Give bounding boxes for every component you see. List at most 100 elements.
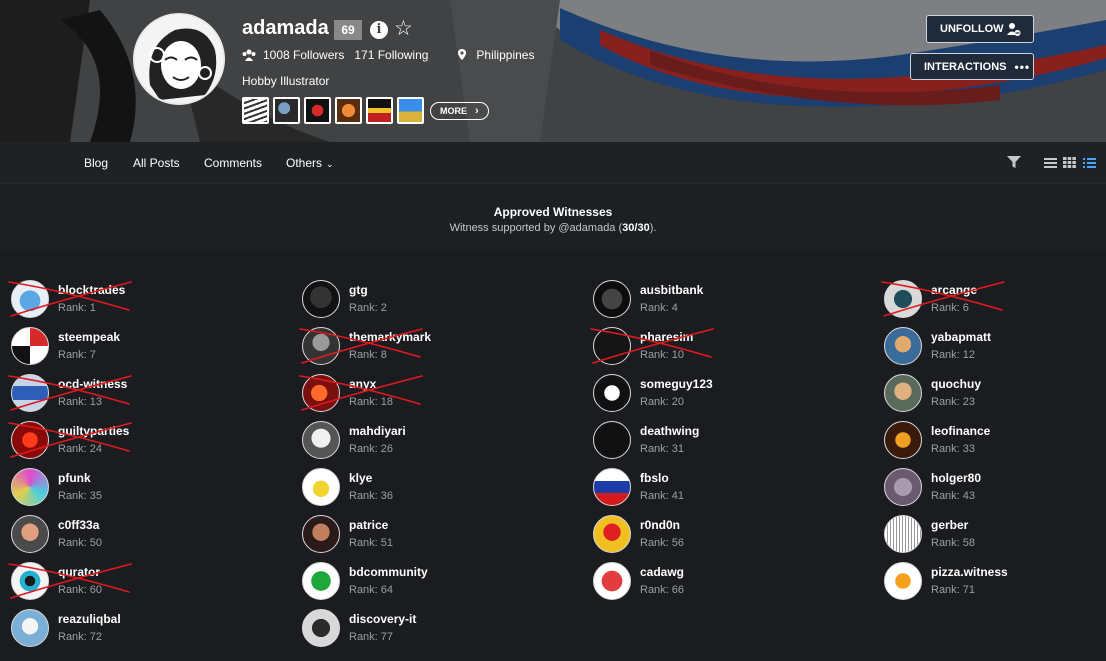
witness-avatar[interactable] <box>593 280 631 318</box>
tab-comments[interactable]: Comments <box>204 156 262 170</box>
witness-item[interactable]: r0nd0n Rank: 56 <box>593 515 853 559</box>
info-icon[interactable]: i <box>370 21 388 39</box>
witness-item[interactable]: yabapmatt Rank: 12 <box>884 327 1106 371</box>
witness-item[interactable]: gerber Rank: 58 <box>884 515 1106 559</box>
witness-avatar[interactable] <box>302 562 340 600</box>
witness-avatar[interactable] <box>302 280 340 318</box>
badge-icon[interactable] <box>335 97 362 124</box>
witness-item[interactable]: klye Rank: 36 <box>302 468 562 512</box>
witness-name[interactable]: reazuliqbal <box>58 612 121 626</box>
witness-item[interactable]: qurator Rank: 60 <box>11 562 271 606</box>
witness-name[interactable]: fbslo <box>640 471 669 485</box>
witness-avatar[interactable] <box>11 374 49 412</box>
witness-name[interactable]: ausbitbank <box>640 283 703 297</box>
profile-avatar[interactable] <box>133 13 225 105</box>
witness-item[interactable]: someguy123 Rank: 20 <box>593 374 853 418</box>
witness-item[interactable]: guiltyparties Rank: 24 <box>11 421 271 465</box>
witness-avatar[interactable] <box>884 468 922 506</box>
witness-item[interactable]: deathwing Rank: 31 <box>593 421 853 465</box>
unfollow-button[interactable]: UNFOLLOW <box>926 15 1034 43</box>
witness-avatar[interactable] <box>302 327 340 365</box>
witness-name[interactable]: quochuy <box>931 377 981 391</box>
witness-name[interactable]: bdcommunity <box>349 565 428 579</box>
star-icon[interactable]: ☆ <box>394 18 413 40</box>
grid-view-icon[interactable] <box>1063 157 1076 168</box>
witness-avatar[interactable] <box>11 468 49 506</box>
witness-name[interactable]: gerber <box>931 518 968 532</box>
witness-item[interactable]: cadawg Rank: 66 <box>593 562 853 606</box>
witness-name[interactable]: pfunk <box>58 471 91 485</box>
witness-name[interactable]: leofinance <box>931 424 990 438</box>
witness-item[interactable]: ausbitbank Rank: 4 <box>593 280 853 324</box>
witness-name[interactable]: arcange <box>931 283 977 297</box>
witness-name[interactable]: steempeak <box>58 330 120 344</box>
witness-avatar[interactable] <box>593 421 631 459</box>
witness-avatar[interactable] <box>593 327 631 365</box>
tab-blog[interactable]: Blog <box>84 156 108 170</box>
witness-avatar[interactable] <box>11 327 49 365</box>
witness-item[interactable]: blocktrades Rank: 1 <box>11 280 271 324</box>
witness-avatar[interactable] <box>884 562 922 600</box>
witness-item[interactable]: steempeak Rank: 7 <box>11 327 271 371</box>
witness-name[interactable]: pizza.witness <box>931 565 1008 579</box>
witness-avatar[interactable] <box>593 468 631 506</box>
witness-name[interactable]: qurator <box>58 565 100 579</box>
followers-count[interactable]: 1008 Followers <box>263 48 344 62</box>
witness-name[interactable]: cadawg <box>640 565 684 579</box>
witness-name[interactable]: anyx <box>349 377 376 391</box>
witness-item[interactable]: holger80 Rank: 43 <box>884 468 1106 512</box>
witness-avatar[interactable] <box>593 374 631 412</box>
witness-item[interactable]: ocd-witness Rank: 13 <box>11 374 271 418</box>
witness-item[interactable]: reazuliqbal Rank: 72 <box>11 609 271 653</box>
badge-icon[interactable] <box>242 97 269 124</box>
witness-avatar[interactable] <box>884 421 922 459</box>
witness-avatar[interactable] <box>302 609 340 647</box>
witness-item[interactable]: c0ff33a Rank: 50 <box>11 515 271 559</box>
witness-item[interactable]: fbslo Rank: 41 <box>593 468 853 512</box>
badge-icon[interactable] <box>397 97 424 124</box>
witness-avatar[interactable] <box>302 515 340 553</box>
witness-name[interactable]: holger80 <box>931 471 981 485</box>
list-view-icon[interactable] <box>1044 157 1057 168</box>
witness-name[interactable]: yabapmatt <box>931 330 991 344</box>
witness-avatar[interactable] <box>11 609 49 647</box>
witness-name[interactable]: discovery-it <box>349 612 416 626</box>
witness-name[interactable]: gtg <box>349 283 368 297</box>
witness-avatar[interactable] <box>302 468 340 506</box>
witness-name[interactable]: themarkymark <box>349 330 431 344</box>
witness-name[interactable]: patrice <box>349 518 388 532</box>
witness-name[interactable]: r0nd0n <box>640 518 680 532</box>
badge-icon[interactable] <box>273 97 300 124</box>
witness-item[interactable]: gtg Rank: 2 <box>302 280 562 324</box>
filter-icon[interactable] <box>1007 156 1021 169</box>
witness-item[interactable]: arcange Rank: 6 <box>884 280 1106 324</box>
witness-avatar[interactable] <box>884 515 922 553</box>
witness-name[interactable]: blocktrades <box>58 283 125 297</box>
witness-name[interactable]: mahdiyari <box>349 424 406 438</box>
witness-item[interactable]: quochuy Rank: 23 <box>884 374 1106 418</box>
witness-item[interactable]: themarkymark Rank: 8 <box>302 327 562 371</box>
witness-item[interactable]: pfunk Rank: 35 <box>11 468 271 512</box>
witness-avatar[interactable] <box>11 421 49 459</box>
witness-avatar[interactable] <box>593 562 631 600</box>
witness-item[interactable]: anyx Rank: 18 <box>302 374 562 418</box>
witness-name[interactable]: ocd-witness <box>58 377 127 391</box>
following-count[interactable]: 171 Following <box>354 48 428 62</box>
witness-item[interactable]: pharesim Rank: 10 <box>593 327 853 371</box>
witness-avatar[interactable] <box>884 374 922 412</box>
tab-others[interactable]: Others ⌄ <box>286 156 334 170</box>
witness-avatar[interactable] <box>302 374 340 412</box>
witness-item[interactable]: discovery-it Rank: 77 <box>302 609 562 653</box>
witness-item[interactable]: patrice Rank: 51 <box>302 515 562 559</box>
badge-icon[interactable] <box>304 97 331 124</box>
witness-name[interactable]: someguy123 <box>640 377 713 391</box>
more-badges-button[interactable]: MORE › <box>430 101 489 120</box>
witness-name[interactable]: c0ff33a <box>58 518 99 532</box>
witness-item[interactable]: mahdiyari Rank: 26 <box>302 421 562 465</box>
badge-icon[interactable] <box>366 97 393 124</box>
witness-name[interactable]: deathwing <box>640 424 699 438</box>
witness-avatar[interactable] <box>11 562 49 600</box>
witness-avatar[interactable] <box>593 515 631 553</box>
witness-name[interactable]: guiltyparties <box>58 424 129 438</box>
witness-item[interactable]: bdcommunity Rank: 64 <box>302 562 562 606</box>
